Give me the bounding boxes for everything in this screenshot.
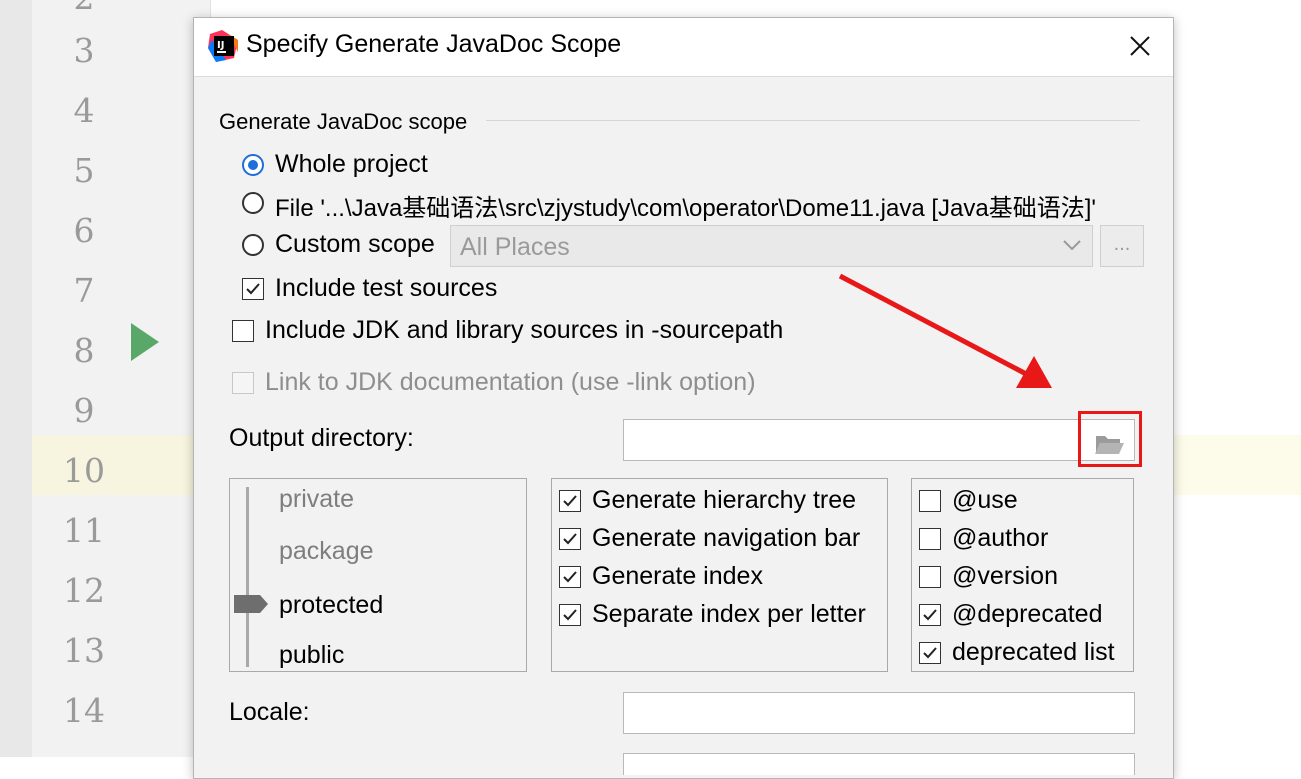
generate-navbar-checkbox[interactable] (559, 528, 581, 550)
generate-options-panel: Generate hierarchy tree Generate navigat… (551, 478, 888, 672)
line-number: 5 (73, 151, 95, 190)
link-jdk-docs-checkbox (232, 372, 254, 394)
line-number: 9 (73, 391, 95, 430)
custom-scope-dropdown[interactable]: All Places (450, 225, 1093, 267)
generate-navbar-label[interactable]: Generate navigation bar (592, 524, 860, 553)
include-test-sources-checkbox[interactable] (242, 278, 264, 300)
line-number: 10 (63, 451, 105, 490)
include-jdk-sources-checkbox[interactable] (232, 320, 254, 342)
line-number: 12 (63, 571, 105, 610)
chevron-down-icon (1063, 240, 1081, 251)
line-number: 3 (73, 31, 95, 70)
tag-options-panel: @use @author @version @deprecated deprec… (911, 478, 1134, 672)
deprecated-list-label[interactable]: deprecated list (952, 638, 1115, 667)
locale-input[interactable] (623, 692, 1135, 734)
line-number: 6 (73, 211, 95, 250)
version-tag-label[interactable]: @version (952, 562, 1058, 591)
line-number: 7 (73, 271, 95, 310)
intellij-logo-icon: IJ (208, 30, 238, 62)
line-number: 8 (73, 331, 95, 370)
file-scope-label[interactable]: File '...\Java基础语法\src\zjystudy\com\oper… (275, 188, 1096, 223)
custom-scope-radio[interactable] (242, 234, 264, 256)
use-tag-label[interactable]: @use (952, 486, 1018, 515)
custom-scope-value: All Places (460, 233, 570, 261)
separate-index-label[interactable]: Separate index per letter (592, 600, 866, 629)
editor-left-strip (0, 0, 32, 757)
visibility-package[interactable]: package (279, 537, 374, 566)
visibility-slider-track[interactable] (246, 487, 249, 667)
visibility-level-panel: private package protected public (229, 478, 527, 672)
use-tag-checkbox[interactable] (919, 490, 941, 512)
include-jdk-sources-label[interactable]: Include JDK and library sources in -sour… (265, 316, 783, 345)
generate-index-label[interactable]: Generate index (592, 562, 763, 591)
separate-index-checkbox[interactable] (559, 604, 581, 626)
output-directory-label: Output directory: (229, 424, 414, 452)
deprecated-tag-checkbox[interactable] (919, 604, 941, 626)
close-icon[interactable] (1120, 26, 1160, 66)
include-test-sources-label[interactable]: Include test sources (275, 274, 497, 303)
visibility-public[interactable]: public (279, 641, 344, 670)
link-jdk-docs-label: Link to JDK documentation (use -link opt… (265, 368, 756, 396)
line-number: 11 (63, 511, 105, 550)
line-number: 14 (63, 691, 105, 730)
section-separator (486, 120, 1140, 121)
dialog-titlebar: IJ Specify Generate JavaDoc Scope (194, 18, 1173, 77)
slider-thumb-icon[interactable] (234, 595, 268, 613)
whole-project-radio[interactable] (242, 154, 264, 176)
next-field-input[interactable] (623, 753, 1135, 775)
visibility-private[interactable]: private (279, 485, 354, 514)
generate-hierarchy-checkbox[interactable] (559, 490, 581, 512)
version-tag-checkbox[interactable] (919, 566, 941, 588)
dialog-title: Specify Generate JavaDoc Scope (246, 30, 622, 58)
author-tag-label[interactable]: @author (952, 524, 1048, 553)
annotation-arrow-icon (838, 273, 1052, 388)
author-tag-checkbox[interactable] (919, 528, 941, 550)
run-icon[interactable] (131, 323, 159, 361)
generate-index-checkbox[interactable] (559, 566, 581, 588)
file-scope-radio[interactable] (242, 192, 264, 214)
scope-section-label: Generate JavaDoc scope (219, 109, 468, 134)
line-number: 13 (63, 631, 105, 670)
browse-scope-button[interactable]: ... (1100, 225, 1144, 267)
annotation-highlight-box (1078, 411, 1142, 467)
visibility-protected[interactable]: protected (279, 591, 383, 620)
locale-label: Locale: (229, 698, 310, 726)
deprecated-tag-label[interactable]: @deprecated (952, 600, 1102, 629)
line-number: 2 (54, 0, 114, 17)
custom-scope-label[interactable]: Custom scope (275, 230, 435, 259)
deprecated-list-checkbox[interactable] (919, 642, 941, 664)
svg-text:IJ: IJ (217, 40, 224, 51)
generate-hierarchy-label[interactable]: Generate hierarchy tree (592, 486, 856, 515)
javadoc-scope-dialog: IJ Specify Generate JavaDoc Scope Genera… (193, 17, 1174, 779)
whole-project-label[interactable]: Whole project (275, 150, 428, 179)
line-number: 4 (73, 91, 95, 130)
output-directory-input[interactable] (623, 419, 1135, 461)
